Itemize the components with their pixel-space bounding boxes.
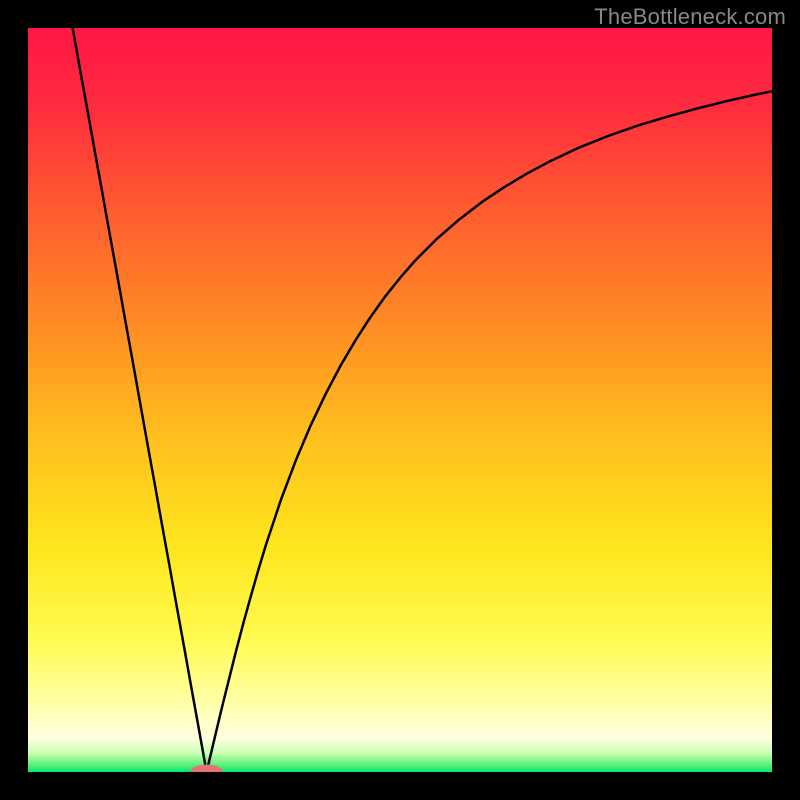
chart-svg xyxy=(28,28,772,772)
chart-container: TheBottleneck.com xyxy=(0,0,800,800)
plot-area xyxy=(28,28,772,772)
watermark-text: TheBottleneck.com xyxy=(594,4,786,30)
